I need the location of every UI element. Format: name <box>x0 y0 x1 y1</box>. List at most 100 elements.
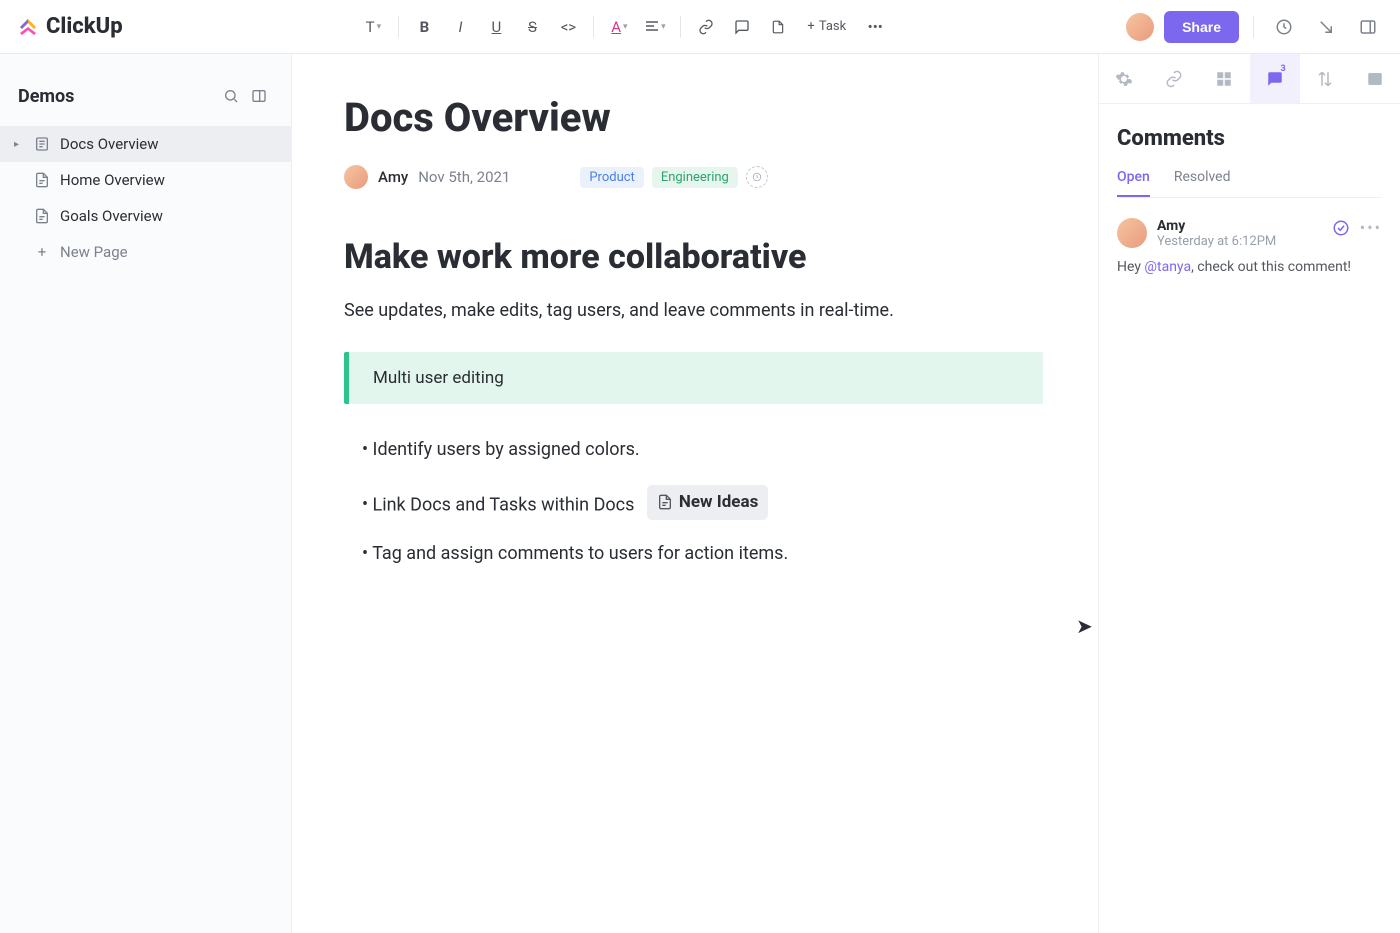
tab-templates[interactable] <box>1199 54 1249 103</box>
sidebar-item-docs-overview[interactable]: ▸ Docs Overview <box>0 126 291 162</box>
paragraph[interactable]: See updates, make edits, tag users, and … <box>344 297 1043 324</box>
tag-engineering[interactable]: Engineering <box>652 167 738 188</box>
link-button[interactable] <box>691 12 721 42</box>
list-item[interactable]: Identify users by assigned colors. <box>378 436 1043 465</box>
subtab-open[interactable]: Open <box>1117 169 1150 197</box>
panel-body: Comments Open Resolved Amy Yesterday at … <box>1099 104 1400 297</box>
code-button[interactable]: <> <box>553 12 583 42</box>
comment-meta: Amy Yesterday at 6:12PM <box>1157 218 1322 249</box>
brand-text: ClickUp <box>46 14 123 39</box>
text-color-button[interactable]: A▾ <box>604 12 634 42</box>
doc-meta: Amy Nov 5th, 2021 Product Engineering <box>344 165 1043 189</box>
formatting-toolbar: T▾ B I U S <> A▾ ▾ + Task ••• <box>131 12 1118 42</box>
new-page-label: New Page <box>60 243 128 261</box>
comment-avatar[interactable] <box>1117 218 1147 248</box>
heading-2[interactable]: Make work more collaborative <box>344 237 1043 277</box>
tab-image[interactable] <box>1350 54 1400 103</box>
share-button[interactable]: Share <box>1164 11 1239 43</box>
search-icon[interactable] <box>217 82 245 110</box>
download-icon[interactable] <box>1310 11 1342 43</box>
doc-icon <box>34 136 50 152</box>
tags: Product Engineering <box>580 166 768 188</box>
doc-title[interactable]: Docs Overview <box>344 94 1043 141</box>
list-item[interactable]: Link Docs and Tasks within Docs New Idea… <box>378 485 1043 520</box>
tab-settings[interactable] <box>1099 54 1149 103</box>
callout-block[interactable]: Multi user editing <box>344 352 1043 404</box>
image-icon <box>1366 70 1384 88</box>
right-panel: 3 Comments Open Resolved Amy Yesterday <box>1098 54 1400 933</box>
logo[interactable]: ClickUp <box>16 14 123 39</box>
list-text: Link Docs and Tasks within Docs <box>373 494 635 515</box>
main-area: Demos ▸ Docs Overview Home Overview Goal… <box>0 54 1400 933</box>
author-avatar[interactable] <box>344 165 368 189</box>
author-name: Amy <box>378 168 408 186</box>
plus-icon: + <box>34 243 50 261</box>
topbar: ClickUp T▾ B I U S <> A▾ ▾ + Task ••• Sh… <box>0 0 1400 54</box>
chip-label: New Ideas <box>679 489 758 516</box>
comment-time: Yesterday at 6:12PM <box>1157 234 1322 249</box>
more-icon[interactable]: ••• <box>1360 218 1382 237</box>
collapse-sidebar-icon[interactable] <box>245 82 273 110</box>
sidebar-item-label: Home Overview <box>60 171 165 189</box>
comment-text-pre: Hey <box>1117 259 1144 275</box>
italic-button[interactable]: I <box>445 12 475 42</box>
sidebar-item-label: Goals Overview <box>60 207 163 225</box>
comment-item[interactable]: Amy Yesterday at 6:12PM ••• Hey @tanya, … <box>1117 218 1382 275</box>
separator <box>1253 16 1254 38</box>
more-button[interactable]: ••• <box>860 12 890 42</box>
sidebar-item-label: Docs Overview <box>60 135 159 153</box>
sidebar: Demos ▸ Docs Overview Home Overview Goal… <box>0 54 292 933</box>
strike-button[interactable]: S <box>517 12 547 42</box>
panel-title: Comments <box>1117 126 1382 151</box>
tag-product[interactable]: Product <box>580 167 643 188</box>
comment-body: Hey @tanya, check out this comment! <box>1117 259 1382 275</box>
subtab-resolved[interactable]: Resolved <box>1174 169 1231 197</box>
resolve-icon[interactable] <box>1332 219 1350 237</box>
panel-toggle-icon[interactable] <box>1352 11 1384 43</box>
comment-header: Amy Yesterday at 6:12PM ••• <box>1117 218 1382 249</box>
attach-button[interactable] <box>763 12 793 42</box>
sidebar-item-home-overview[interactable]: Home Overview <box>0 162 291 198</box>
doc-icon <box>34 208 50 224</box>
task-label: Task <box>819 19 846 34</box>
mention[interactable]: @tanya <box>1144 259 1191 275</box>
bullet-list[interactable]: Identify users by assigned colors. Link … <box>344 436 1043 569</box>
doc-date: Nov 5th, 2021 <box>418 168 510 186</box>
tab-relations[interactable] <box>1149 54 1199 103</box>
comment-subtabs: Open Resolved <box>1117 169 1382 198</box>
tab-comments[interactable]: 3 <box>1250 54 1300 103</box>
add-tag-button[interactable] <box>746 166 768 188</box>
clickup-logo-icon <box>16 15 40 39</box>
topbar-right: Share <box>1126 11 1384 43</box>
underline-button[interactable]: U <box>481 12 511 42</box>
grid-icon <box>1215 70 1233 88</box>
gear-icon <box>1115 70 1133 88</box>
caret-icon: ▸ <box>14 139 24 150</box>
sidebar-item-goals-overview[interactable]: Goals Overview <box>0 198 291 234</box>
sidebar-header: Demos <box>0 72 291 126</box>
doc-icon <box>34 172 50 188</box>
tab-sort[interactable] <box>1300 54 1350 103</box>
history-icon[interactable] <box>1268 11 1300 43</box>
sort-icon <box>1316 70 1334 88</box>
panel-tabs: 3 <box>1099 54 1400 104</box>
comment-count-badge: 3 <box>1281 64 1286 74</box>
bold-button[interactable]: B <box>409 12 439 42</box>
cursor-icon: ➤ <box>1076 614 1093 638</box>
document-content[interactable]: Docs Overview Amy Nov 5th, 2021 Product … <box>292 54 1098 933</box>
link-icon <box>1165 70 1183 88</box>
linked-task-chip[interactable]: New Ideas <box>647 485 768 520</box>
comment-text-post: , check out this comment! <box>1191 259 1351 275</box>
separator <box>398 16 399 38</box>
list-item[interactable]: Tag and assign comments to users for act… <box>378 540 1043 569</box>
comment-actions: ••• <box>1332 218 1382 237</box>
text-style-button[interactable]: T▾ <box>358 12 388 42</box>
user-avatar[interactable] <box>1126 13 1154 41</box>
new-page-button[interactable]: + New Page <box>0 234 291 270</box>
add-task-button[interactable]: + Task <box>799 12 854 42</box>
comment-author: Amy <box>1157 218 1322 234</box>
align-button[interactable]: ▾ <box>640 12 670 42</box>
sidebar-title: Demos <box>18 86 217 107</box>
comment-button[interactable] <box>727 12 757 42</box>
doc-icon <box>657 494 673 510</box>
